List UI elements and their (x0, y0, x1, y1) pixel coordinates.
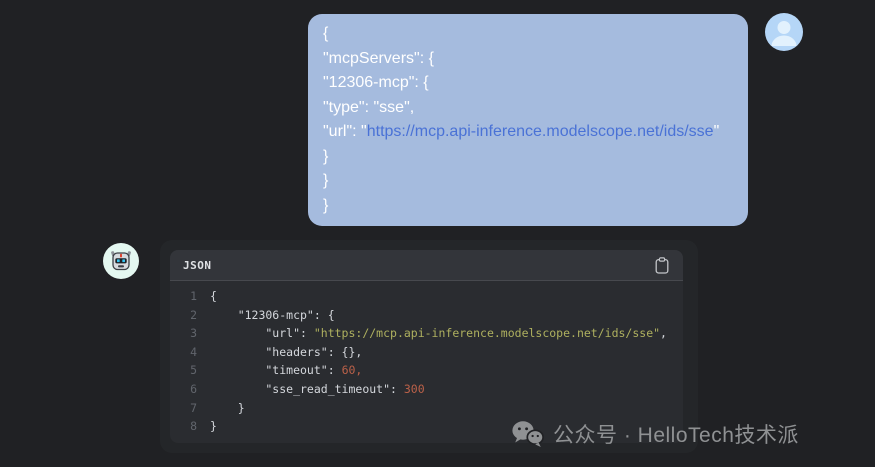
robot-icon (109, 249, 133, 273)
code-line: 3 "url": "https://mcp.api-inference.mode… (183, 324, 683, 343)
wechat-icon (511, 420, 544, 449)
clipboard-icon (655, 257, 669, 274)
user-message-line: "mcpServers": { (323, 47, 734, 72)
code-line: 2 "12306-mcp": { (183, 306, 683, 325)
watermark-text: 公众号 · HelloTech技术派 (553, 419, 799, 449)
code-line: 6 "sse_read_timeout": 300 (183, 380, 683, 399)
user-message-line: { (323, 22, 734, 47)
user-message-line: "url": "https://mcp.api-inference.models… (323, 120, 734, 145)
user-message-line: } (323, 194, 734, 219)
user-avatar[interactable] (765, 13, 803, 51)
user-message-line: } (323, 169, 734, 194)
code-line: 1{ (183, 287, 683, 306)
person-icon (765, 13, 803, 51)
mcp-url-link[interactable]: https://mcp.api-inference.modelscope.net… (367, 123, 714, 140)
code-line: 5 "timeout": 60, (183, 361, 683, 380)
code-content: 1{ 2 "12306-mcp": { 3 "url": "https://mc… (170, 281, 683, 436)
user-message-line: "type": "sse", (323, 96, 734, 121)
assistant-avatar[interactable] (103, 243, 139, 279)
code-block-header: JSON (170, 250, 683, 281)
user-message-bubble: { "mcpServers": { "12306-mcp": { "type":… (308, 14, 748, 226)
chat-screen: { "mcpServers": { "12306-mcp": { "type":… (0, 0, 875, 467)
user-message-line: "12306-mcp": { (323, 71, 734, 96)
code-language-label: JSON (183, 259, 212, 272)
user-message-line: } (323, 145, 734, 170)
code-line: 4 "headers": {}, (183, 343, 683, 362)
watermark: 公众号 · HelloTech技术派 (511, 415, 799, 453)
copy-code-button[interactable] (654, 256, 670, 274)
